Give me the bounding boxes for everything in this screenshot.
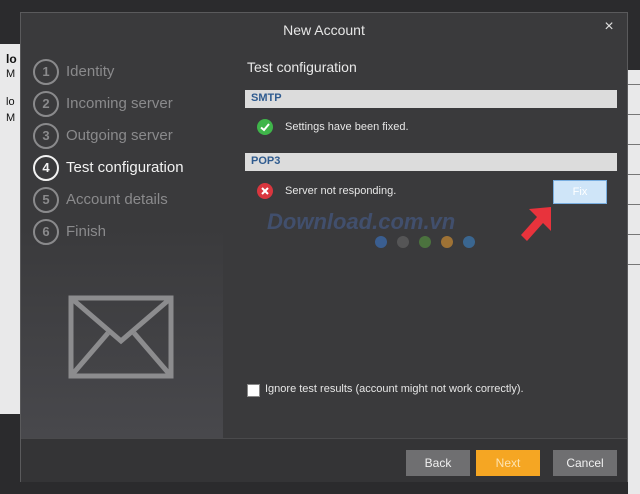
smtp-section-label: SMTP (251, 92, 282, 104)
background-divider (628, 174, 640, 175)
step-identity: 1 Identity (33, 59, 223, 85)
ignore-test-results-row: Ignore test results (account might not w… (247, 383, 617, 399)
dialog-title: New Account (283, 22, 365, 38)
watermark-dot (441, 236, 453, 248)
step-finish: 6 Finish (33, 219, 223, 245)
background-divider (628, 204, 640, 205)
check-circle-icon (257, 119, 273, 135)
dialog-footer: Back Next Cancel (21, 438, 627, 482)
step-number: 2 (33, 91, 59, 117)
step-test-configuration: 4 Test configuration (33, 155, 223, 181)
error-circle-icon (257, 183, 273, 199)
close-icon[interactable]: × (601, 19, 617, 35)
cancel-button[interactable]: Cancel (553, 450, 617, 476)
next-button[interactable]: Next (476, 450, 540, 476)
step-number: 6 (33, 219, 59, 245)
step-label: Test configuration (66, 159, 184, 176)
background-row-text: lo (6, 52, 17, 66)
background-divider (628, 84, 640, 85)
background-row-text: M (6, 112, 16, 124)
envelope-icon (68, 295, 174, 379)
watermark-text: Download.com.vn (267, 209, 456, 234)
step-number: 5 (33, 187, 59, 213)
step-outgoing-server: 3 Outgoing server (33, 123, 223, 149)
watermark-dot (397, 236, 409, 248)
back-button[interactable]: Back (406, 450, 470, 476)
step-label: Identity (66, 63, 115, 80)
step-label: Incoming server (66, 95, 173, 112)
pop3-status-text: Server not responding. (285, 185, 397, 197)
ignore-test-results-checkbox[interactable] (247, 384, 260, 397)
fix-button[interactable]: Fix (553, 180, 607, 204)
step-incoming-server: 2 Incoming server (33, 91, 223, 117)
annotation-arrow-icon (521, 207, 551, 241)
step-account-details: 5 Account details (33, 187, 223, 213)
pop3-section-header: POP3 (245, 153, 617, 171)
smtp-status-text: Settings have been fixed. (285, 121, 409, 133)
smtp-status-row: Settings have been fixed. (257, 119, 617, 137)
smtp-section-header: SMTP (245, 90, 617, 108)
step-label: Outgoing server (66, 127, 173, 144)
background-divider (628, 144, 640, 145)
background-divider (628, 264, 640, 265)
step-label: Account details (66, 191, 168, 208)
step-number: 1 (33, 59, 59, 85)
watermark-dots (375, 235, 505, 249)
watermark-dot (463, 236, 475, 248)
step-number: 4 (33, 155, 59, 181)
background-window-left: lo M lo M (0, 44, 21, 414)
pop3-section-label: POP3 (251, 155, 281, 167)
background-row-text: M (6, 68, 16, 80)
dialog-titlebar: New Account × (21, 13, 627, 45)
background-divider (628, 114, 640, 115)
background-divider (628, 234, 640, 235)
page-title: Test configuration (247, 59, 357, 75)
background-row-text: lo (6, 96, 15, 108)
step-label: Finish (66, 223, 107, 240)
wizard-steps-panel: 1 Identity 2 Incoming server 3 Outgoing … (21, 45, 223, 438)
ignore-test-results-label: Ignore test results (account might not w… (265, 383, 524, 395)
new-account-dialog: New Account × 1 Identity 2 Incoming serv… (20, 12, 628, 482)
background-window-right (628, 70, 640, 494)
watermark-dot (375, 236, 387, 248)
step-number: 3 (33, 123, 59, 149)
watermark-dot (419, 236, 431, 248)
